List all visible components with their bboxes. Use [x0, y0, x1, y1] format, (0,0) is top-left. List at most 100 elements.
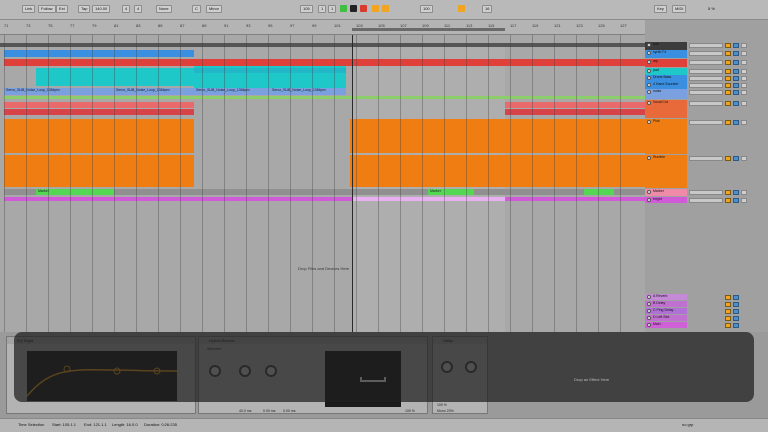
fold-icon[interactable] [647, 76, 651, 80]
return-solo-button[interactable] [733, 309, 739, 314]
return-solo-button[interactable] [733, 295, 739, 300]
track-solo-button[interactable] [733, 76, 739, 81]
track-solo-button[interactable] [733, 83, 739, 88]
track-volume[interactable] [689, 76, 723, 81]
track-activator-button[interactable] [725, 198, 731, 203]
link-button[interactable]: Link [22, 5, 36, 13]
fold-icon[interactable] [647, 60, 651, 64]
fold-icon[interactable] [647, 190, 651, 194]
clip-synth-fx[interactable] [4, 50, 194, 57]
track-header[interactable]: noise [645, 89, 687, 99]
track-solo-button[interactable] [733, 120, 739, 125]
track-solo-button[interactable] [733, 190, 739, 195]
key-select[interactable]: C [192, 5, 201, 13]
track-arm-button[interactable] [741, 51, 747, 56]
track-activator-button[interactable] [725, 190, 731, 195]
quantize-select[interactable]: None [156, 5, 172, 13]
track-volume[interactable] [689, 83, 723, 88]
loop-start-field[interactable]: 100 [420, 5, 433, 13]
scale-select[interactable]: Minor [206, 5, 223, 13]
track-activator-button[interactable] [725, 156, 731, 161]
fold-icon[interactable] [647, 295, 651, 299]
stop-button[interactable] [350, 5, 357, 12]
clip-arp[interactable] [4, 59, 645, 66]
return-track-header[interactable]: C Ping Delay [645, 308, 687, 314]
fold-icon[interactable] [647, 323, 651, 327]
track-activator-button[interactable] [725, 120, 731, 125]
beat-time-ruler[interactable]: 71 73 75 77 79 81 83 85 87 89 91 93 95 97 99 101 103 105 1… [0, 20, 645, 35]
return-activator-button[interactable] [725, 323, 731, 328]
ext-button[interactable]: Ext [56, 5, 68, 13]
return-activator-button[interactable] [725, 309, 731, 314]
track-activator-button[interactable] [725, 51, 731, 56]
track-header[interactable]: 4 Hand Sounder [645, 82, 687, 89]
track-arm-button[interactable] [741, 90, 747, 95]
track-solo-button[interactable] [733, 60, 739, 65]
track-arm-button[interactable] [741, 198, 747, 203]
fold-icon[interactable] [647, 83, 651, 87]
fold-icon[interactable] [647, 101, 651, 105]
track-activator-button[interactable] [725, 69, 731, 74]
loop-brace[interactable] [352, 28, 505, 31]
clip-bright-selected[interactable] [352, 197, 505, 201]
fold-icon[interactable] [647, 69, 651, 73]
track-solo-button[interactable] [733, 156, 739, 161]
track-arm-button[interactable] [741, 120, 747, 125]
track-volume[interactable] [689, 101, 723, 106]
track-activator-button[interactable] [725, 101, 731, 106]
fold-icon[interactable] [647, 120, 651, 124]
track-solo-button[interactable] [733, 51, 739, 56]
return-track-header[interactable]: D Left Slot [645, 315, 687, 321]
clip-bright[interactable] [4, 197, 645, 201]
track-volume[interactable] [689, 120, 723, 125]
clip-vocal-cut-3[interactable] [4, 109, 194, 115]
track-volume[interactable] [689, 90, 723, 95]
loop-length-field[interactable]: 16 [482, 5, 493, 13]
track-header[interactable]: Pink [645, 119, 687, 154]
arrangement-view[interactable]: 71 73 75 77 79 81 83 85 87 89 91 93 95 97 99 101 103 105 1… [0, 20, 645, 332]
clip-rumble-1[interactable] [4, 155, 194, 187]
track-volume[interactable] [689, 60, 723, 65]
track-activator-button[interactable] [725, 83, 731, 88]
clip-vocal-cut-1[interactable] [4, 102, 194, 108]
track-solo-button[interactable] [733, 198, 739, 203]
clip-vocal-cut-2[interactable] [505, 102, 645, 108]
position-sixteenth-field[interactable]: 1 [328, 5, 337, 13]
track-volume[interactable] [689, 69, 723, 74]
record-button[interactable] [360, 5, 367, 12]
track-header[interactable]: arp [645, 59, 687, 67]
position-bar-field[interactable]: 105 [300, 5, 313, 13]
status-group[interactable]: no grp [682, 419, 693, 431]
clip-pink-1[interactable] [4, 119, 194, 153]
overview-bar[interactable] [0, 43, 645, 47]
track-solo-button[interactable] [733, 43, 739, 48]
track-activator-button[interactable] [725, 90, 731, 95]
position-beat-field[interactable]: 1 [318, 5, 327, 13]
track-header[interactable]: Rumble [645, 155, 687, 188]
track-volume[interactable] [689, 156, 723, 161]
track-arm-button[interactable] [741, 60, 747, 65]
track-volume[interactable] [689, 190, 723, 195]
clip-pad-1[interactable] [36, 68, 194, 86]
automation-arm-button[interactable] [382, 5, 389, 12]
track-header[interactable]: pad [645, 68, 687, 75]
tempo-field[interactable]: 140.00 [92, 5, 111, 13]
marker-clip-3[interactable] [584, 189, 614, 195]
track-activator-button[interactable] [725, 43, 731, 48]
return-track-header[interactable]: B Delay [645, 301, 687, 307]
track-arm-button[interactable] [741, 83, 747, 88]
loop-toggle-button[interactable] [458, 5, 465, 12]
fold-icon[interactable] [647, 43, 651, 47]
return-activator-button[interactable] [725, 302, 731, 307]
fold-icon[interactable] [647, 198, 651, 202]
track-header[interactable]: Marker [645, 189, 687, 196]
fold-icon[interactable] [647, 156, 651, 160]
track-arm-button[interactable] [741, 69, 747, 74]
tap-button[interactable]: Tap [78, 5, 91, 13]
overdub-button[interactable] [372, 5, 379, 12]
return-activator-button[interactable] [725, 316, 731, 321]
track-arm-button[interactable] [741, 76, 747, 81]
return-solo-button[interactable] [733, 316, 739, 321]
track-header[interactable]: Vocal Cut [645, 100, 687, 118]
fold-icon[interactable] [647, 309, 651, 313]
